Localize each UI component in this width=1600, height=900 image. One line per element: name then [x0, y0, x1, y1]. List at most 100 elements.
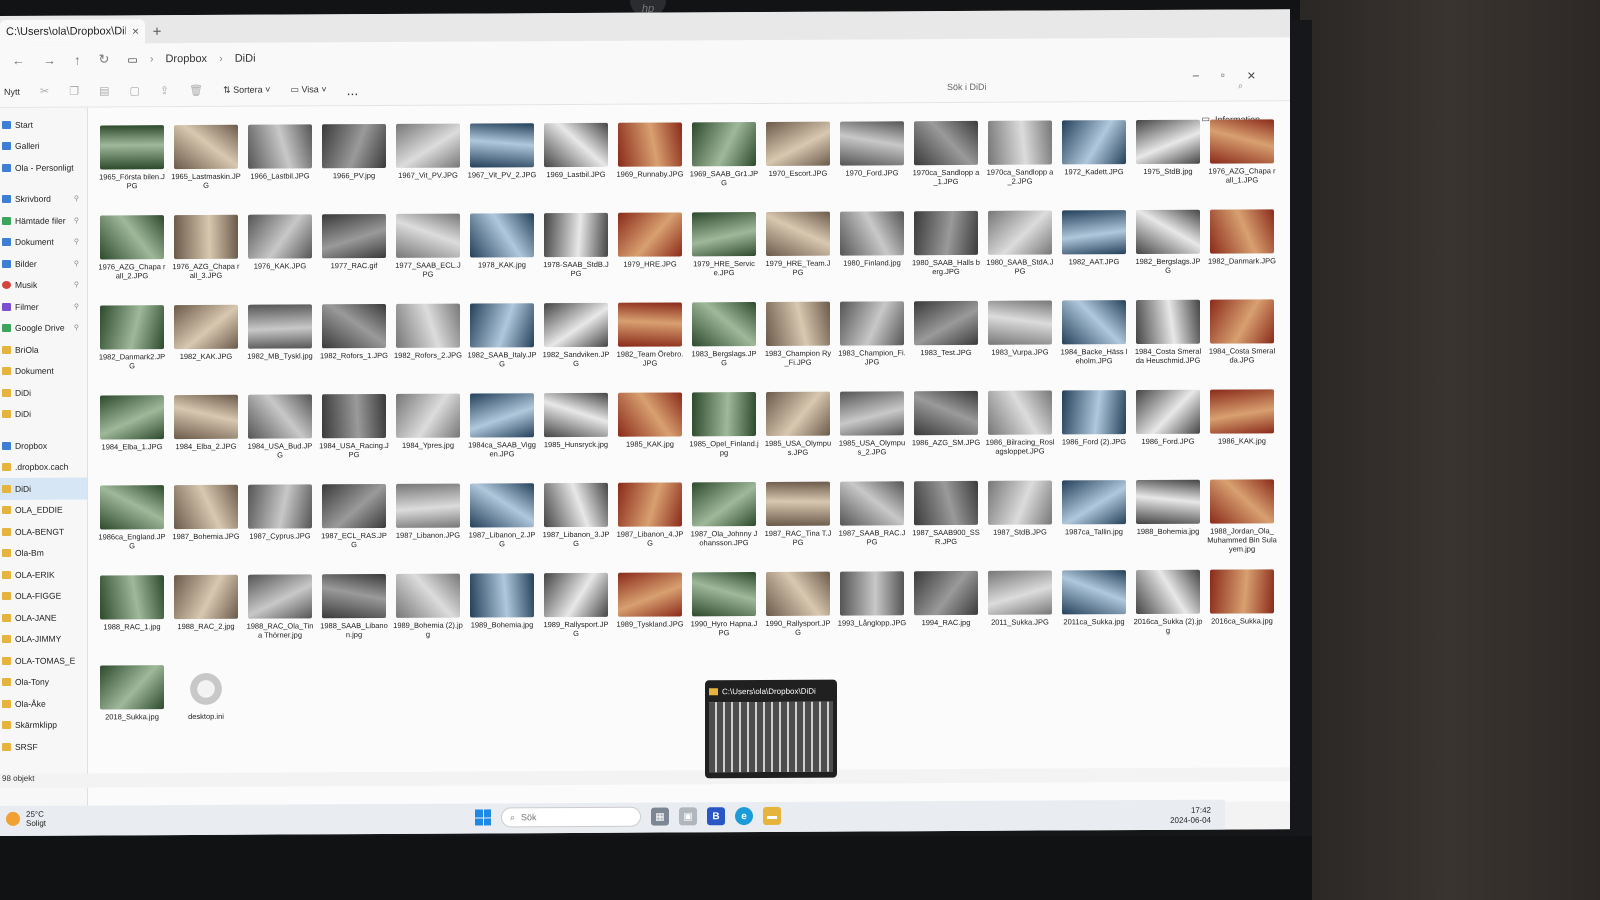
file-tile[interactable]: 1977_RAC.gif: [318, 213, 390, 292]
file-tile[interactable]: 1987_Libanon.JPG: [392, 483, 464, 562]
file-tile[interactable]: 1980_SAAB_StdA.JPG: [984, 210, 1056, 288]
sidebar-item[interactable]: DiDi: [0, 477, 87, 500]
more-button[interactable]: ...: [347, 82, 359, 98]
file-tile[interactable]: 1993_Långlopp.JPG: [836, 571, 908, 649]
file-tile[interactable]: 1982_AAT.JPG: [1058, 210, 1130, 288]
weather-widget[interactable]: 25°C Soligt: [6, 810, 46, 828]
file-tile[interactable]: 1970_Ford.JPG: [836, 121, 908, 199]
rename-icon[interactable]: ▢: [130, 84, 140, 97]
file-explorer-icon[interactable]: ▬: [763, 806, 781, 826]
file-tile[interactable]: 1994_RAC.jpg: [910, 570, 982, 649]
file-tile[interactable]: 1965_Lastmaskin.JPG: [170, 124, 242, 203]
file-tile[interactable]: 1988_SAAB_Libanon.jpg: [318, 573, 390, 652]
file-tile[interactable]: 1976_AZG_Chapa rall_1.JPG: [1206, 119, 1278, 197]
store-icon[interactable]: ▣: [679, 807, 697, 826]
sidebar-item[interactable]: Google Drive ⚲: [0, 317, 87, 339]
file-tile[interactable]: 1970_Escort.JPG: [762, 121, 834, 200]
file-tile[interactable]: 1982_Danmark.JPG: [1206, 209, 1278, 287]
sidebar-item[interactable]: OLA-JIMMY: [0, 628, 87, 650]
edge-icon[interactable]: e: [735, 807, 753, 826]
file-tile[interactable]: 2011ca_Sukka.jpg: [1058, 570, 1130, 648]
file-tile[interactable]: 1984_Backe_Häss leholm.JPG: [1058, 300, 1130, 378]
file-tile[interactable]: 1987_Cyprus.JPG: [244, 484, 316, 562]
sidebar-item[interactable]: OLA-ERIK: [0, 564, 87, 586]
file-tile[interactable]: 1969_Runnaby.JPG: [614, 122, 686, 200]
file-tile[interactable]: 1980_SAAB_Halls berg.JPG: [910, 210, 982, 289]
paste-icon[interactable]: ▤: [99, 84, 109, 97]
file-tile[interactable]: 1985_KAK.jpg: [614, 392, 686, 470]
close-tab-icon[interactable]: ×: [132, 24, 139, 38]
sidebar-item[interactable]: .dropbox.cach: [0, 456, 87, 478]
sidebar-item[interactable]: Ola-Åke: [0, 693, 87, 715]
close-window-icon[interactable]: ✕: [1247, 69, 1256, 82]
file-tile[interactable]: 2016ca_Sukka (2).jpg: [1132, 569, 1204, 648]
file-tile[interactable]: 1982_Bergslags.JPG: [1132, 209, 1204, 288]
file-tile[interactable]: 1986_AZG_SM.JPG: [910, 390, 982, 469]
sidebar-item[interactable]: Dropbox: [0, 435, 87, 457]
up-icon[interactable]: ↑: [74, 52, 81, 67]
task-view-icon[interactable]: ▦: [651, 807, 669, 826]
file-tile[interactable]: 1988_RAC_1.jpg: [96, 575, 168, 653]
file-tile[interactable]: 1988_RAC_2.jpg: [170, 574, 242, 653]
cut-icon[interactable]: ✂: [40, 85, 49, 98]
file-tile[interactable]: 1976_KAK.JPG: [244, 214, 316, 292]
sidebar-item[interactable]: OLA-TOMAS_E: [0, 650, 87, 672]
file-tile[interactable]: 1982_MB_Tyskl.jpg: [244, 304, 316, 382]
sidebar-item[interactable]: DiDi: [0, 382, 87, 404]
sidebar-item[interactable]: DiDi: [0, 403, 87, 425]
refresh-icon[interactable]: ↻: [99, 51, 110, 67]
file-tile[interactable]: 1969_SAAB_Gr1.JPG: [688, 122, 760, 200]
sidebar-item[interactable]: SRSF: [0, 736, 87, 758]
file-tile[interactable]: 1970ca_Sandlopp a_2.JPG: [984, 120, 1056, 198]
sidebar-item[interactable]: Musik ⚲: [0, 274, 87, 296]
file-tile[interactable]: 1986_Ford.JPG: [1132, 389, 1204, 468]
file-tile[interactable]: 1985_Hunsryck.jpg: [540, 392, 612, 471]
sort-button[interactable]: ⇅ Sortera ˅: [223, 85, 270, 96]
file-tile[interactable]: 1983_Bergslags.JPG: [688, 302, 760, 380]
file-tile[interactable]: 2016ca_Sukka.jpg: [1206, 569, 1278, 647]
sidebar-item[interactable]: Ola-Tony: [0, 671, 87, 693]
file-tile[interactable]: 1983_Champion Ry_Fi.JPG: [762, 301, 834, 380]
file-tile[interactable]: 1987_ECL_RAS.JPG: [318, 483, 390, 562]
file-tile[interactable]: 1978_KAK.jpg: [466, 213, 538, 291]
file-tile[interactable]: 1984_Elba_1.JPG: [96, 395, 168, 473]
file-tile[interactable]: 1989_Rallysport.JPG: [540, 572, 612, 651]
file-tile[interactable]: 1987ca_Tallin.jpg: [1058, 480, 1130, 558]
sidebar-item[interactable]: Skrivbord ⚲: [0, 188, 87, 210]
file-tile[interactable]: 1982_Rofors_2.JPG: [392, 303, 464, 382]
sidebar-item[interactable]: Dokument ⚲: [0, 231, 87, 253]
bitwarden-icon[interactable]: B: [707, 807, 725, 826]
file-tile[interactable]: 1990_Hyro Hapna.JPG: [688, 572, 760, 650]
sidebar-item[interactable]: OLA-FIGGE: [0, 585, 87, 607]
file-tile[interactable]: 1988_Bohemia.jpg: [1132, 479, 1204, 558]
file-tile[interactable]: 1984_Ypres.jpg: [392, 393, 464, 472]
breadcrumb-didi[interactable]: DiDi: [235, 53, 256, 65]
share-icon[interactable]: ⇪: [160, 84, 169, 97]
file-tile[interactable]: 1985_Opel_Finland.jpg: [688, 392, 760, 470]
sidebar-item[interactable]: Start: [0, 114, 87, 136]
file-tile[interactable]: 1984_Costa Smeralda.JPG: [1206, 299, 1278, 377]
start-icon[interactable]: [475, 809, 491, 826]
file-tile[interactable]: 1986_Bilracing_Roslagsloppet.JPG: [984, 390, 1056, 468]
file-tile[interactable]: 1965_Första bilen.JPG: [96, 125, 168, 203]
file-tile[interactable]: 1972_Kadett.JPG: [1058, 120, 1130, 198]
file-tile[interactable]: 1983_Test.JPG: [910, 300, 982, 379]
file-tile[interactable]: 1980_Finland.jpg: [836, 211, 908, 289]
file-tile[interactable]: 1982_KAK.JPG: [170, 304, 242, 383]
sidebar-item[interactable]: Galleri: [0, 135, 87, 157]
back-icon[interactable]: ←: [12, 52, 25, 67]
file-tile[interactable]: 1989_Bohemia.jpg: [466, 573, 538, 651]
file-tile[interactable]: 1989_Tyskland.JPG: [614, 572, 686, 650]
file-tile[interactable]: 1985_USA_Olympus_2.JPG: [836, 391, 908, 469]
new-button[interactable]: Nytt: [4, 86, 20, 96]
file-tile[interactable]: 1984_Costa Smeralda Heuschmid.JPG: [1132, 299, 1204, 378]
file-tile[interactable]: 1976_AZG_Chapa rall_3.JPG: [170, 214, 242, 293]
file-tile[interactable]: 1975_StdB.jpg: [1132, 119, 1204, 198]
taskbar-search[interactable]: ⌕ Sök: [501, 806, 641, 828]
view-button[interactable]: ▭ Visa ˅: [290, 84, 326, 95]
sidebar-item[interactable]: OLA_EDDIE: [0, 499, 87, 521]
file-tile[interactable]: 1988_RAC_Ola_Tina Thörner.jpg: [244, 574, 316, 652]
file-tile[interactable]: 1987_Bohemia.JPG: [170, 484, 242, 563]
file-tile[interactable]: 1978-SAAB_StdB.JPG: [540, 212, 612, 291]
file-tile[interactable]: 1986_KAK.jpg: [1206, 389, 1278, 467]
